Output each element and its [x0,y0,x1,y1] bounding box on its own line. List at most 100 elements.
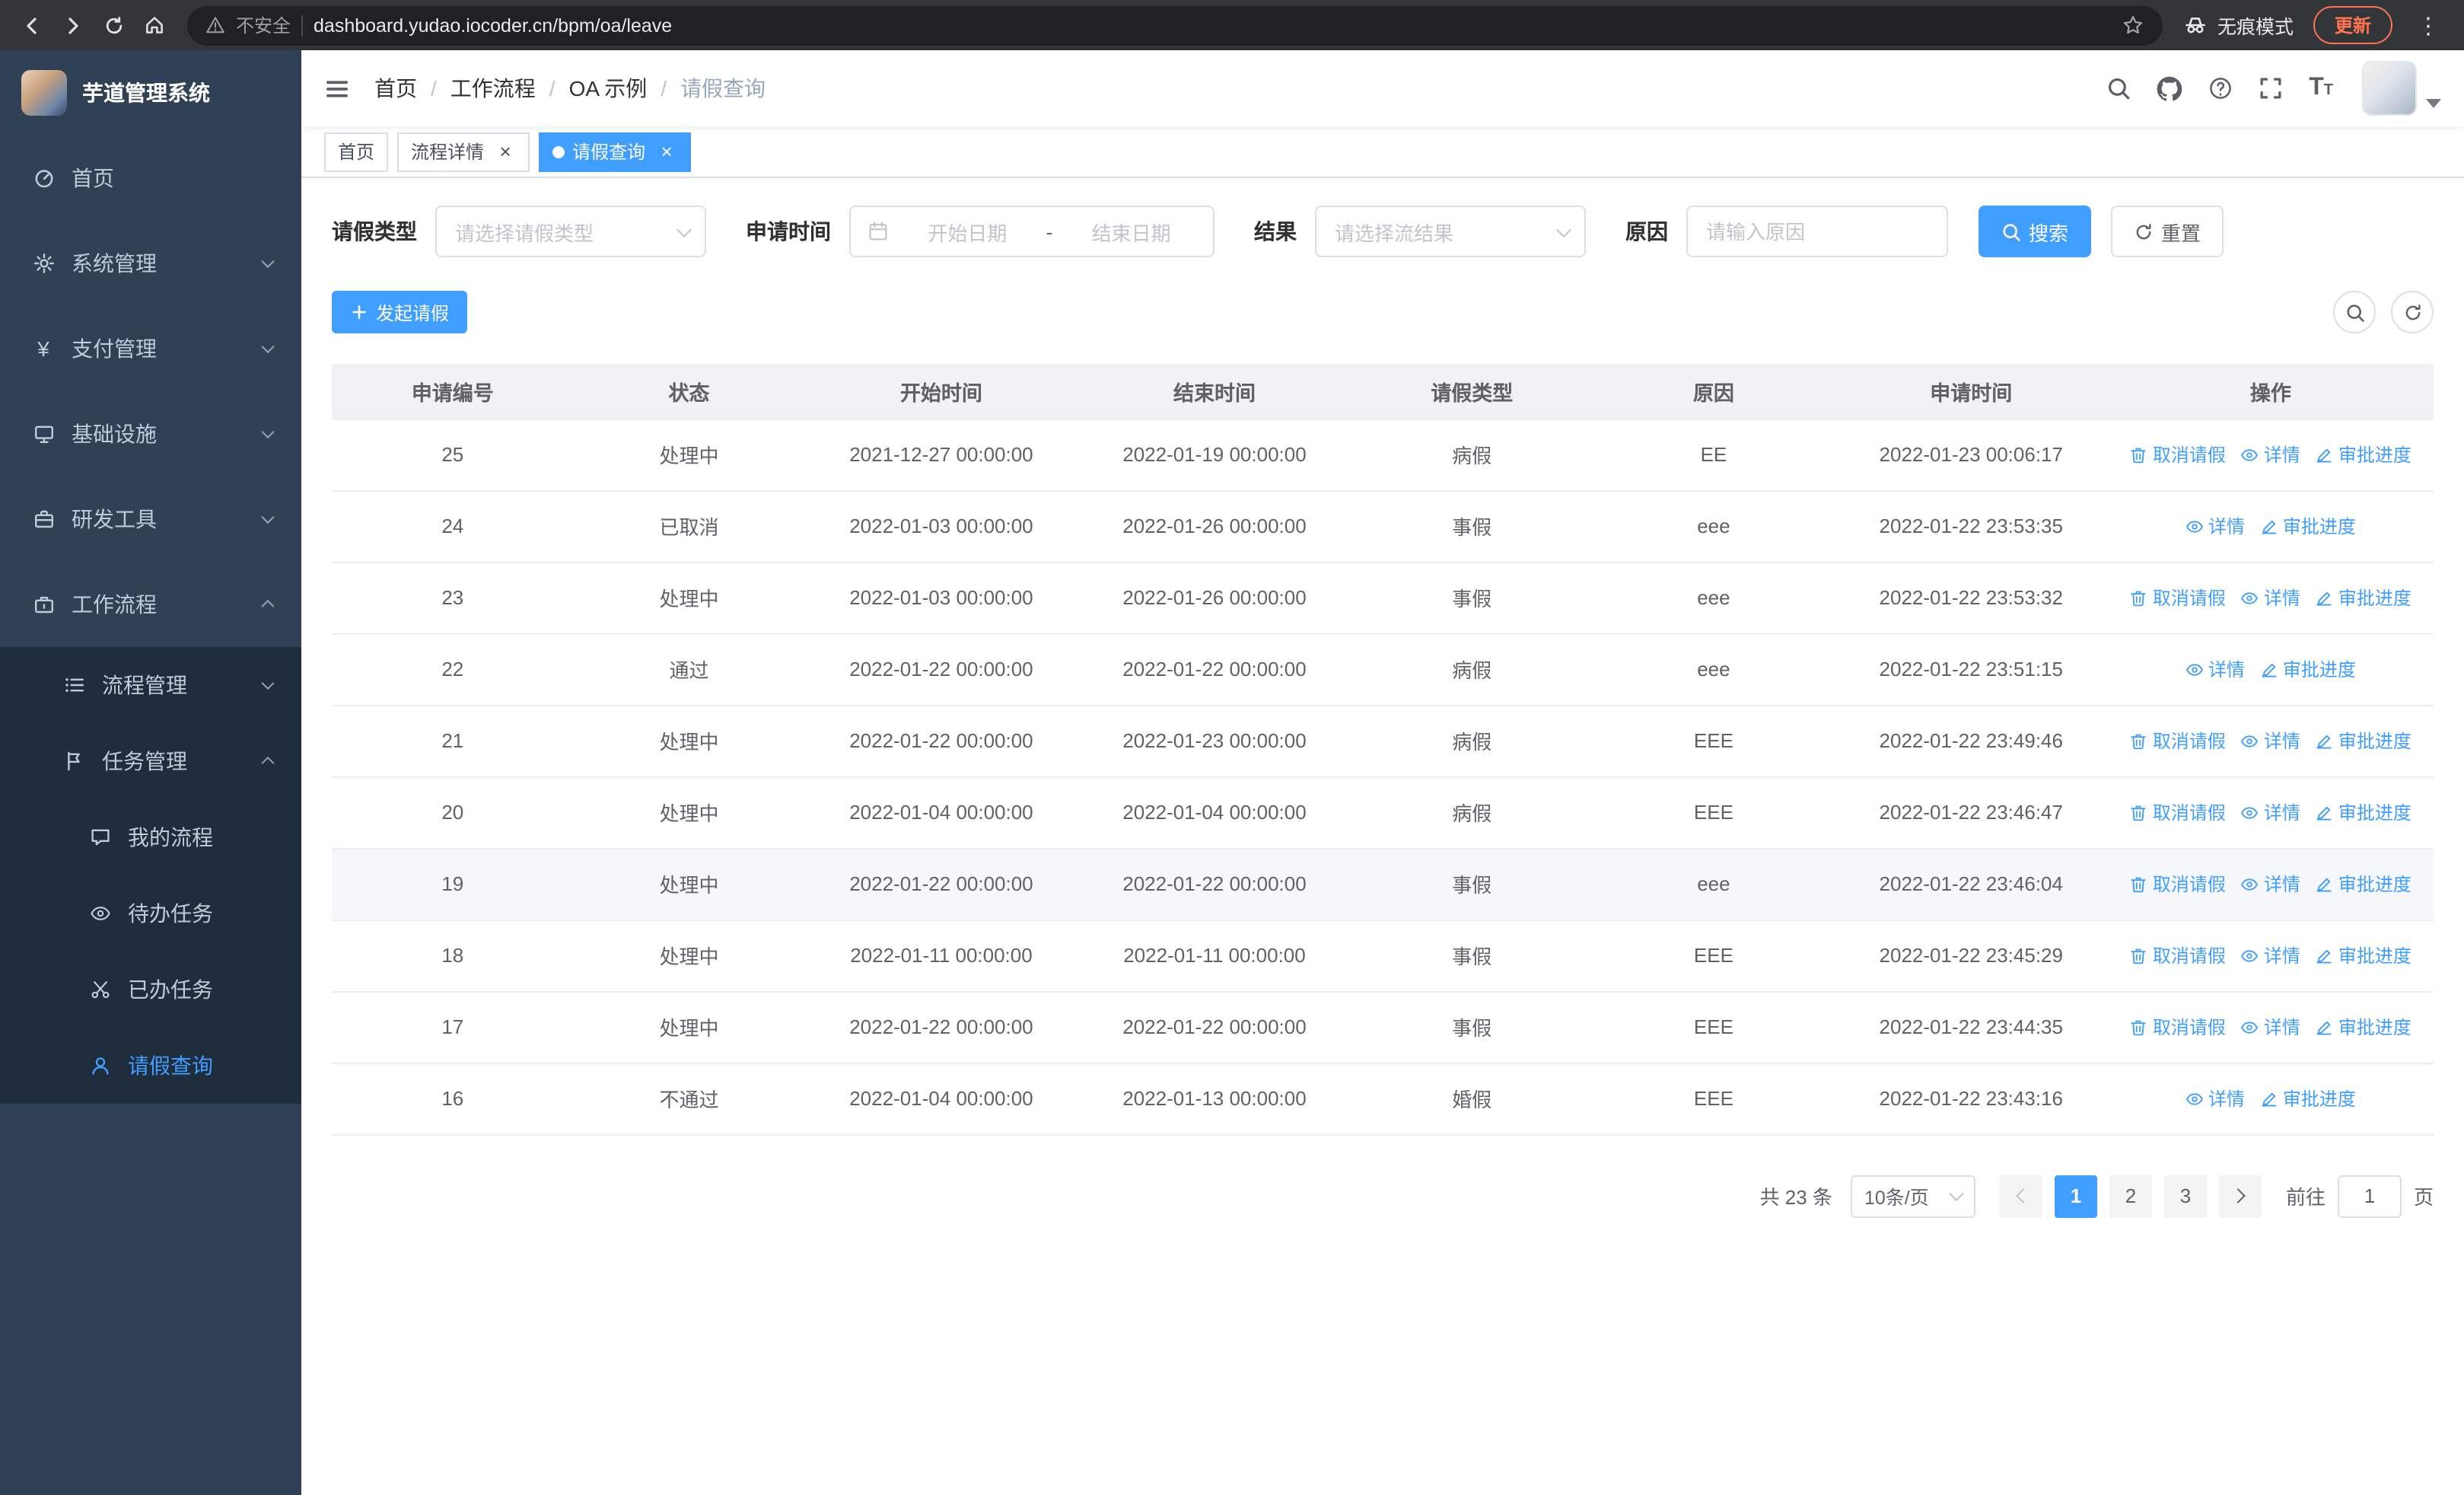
approval-progress-link[interactable]: 审批进度 [2316,799,2411,825]
cancel-leave-link[interactable]: 取消请假 [2130,728,2226,754]
github-icon[interactable] [2157,75,2182,101]
sidebar-item-workflow[interactable]: 工作流程 [0,562,301,647]
sidebar-item-payment-management[interactable]: ¥ 支付管理 [0,306,301,391]
sidebar-item-done-tasks[interactable]: 已办任务 [0,952,301,1028]
approval-progress-link[interactable]: 审批进度 [2260,1085,2356,1111]
detail-link[interactable]: 详情 [2241,871,2300,897]
eye-icon [2241,878,2259,890]
eye-icon [2241,591,2259,604]
cancel-leave-link[interactable]: 取消请假 [2130,871,2226,897]
app-logo[interactable]: 芋道管理系统 [0,50,301,135]
help-icon [2210,78,2232,99]
sidebar-item-dev-tools[interactable]: 研发工具 [0,477,301,562]
active-dot [552,145,565,158]
sidebar-item-task-management[interactable]: 任务管理 [0,723,301,799]
search-button[interactable]: 搜索 [1979,206,2092,257]
help-icon[interactable] [2208,76,2233,100]
workflow-icon [34,597,53,614]
reason-input[interactable] [1686,206,1948,257]
browser-reload-icon[interactable] [93,5,134,46]
total-count: 共 23 条 [1759,1186,1832,1209]
detail-link[interactable]: 详情 [2241,1014,2300,1040]
font-size-icon[interactable]: TT [2309,75,2333,100]
approval-progress-link[interactable]: 审批进度 [2316,441,2411,467]
detail-link[interactable]: 详情 [2241,728,2300,754]
tab-1[interactable]: 流程详情 × [397,132,530,171]
tab-2[interactable]: 请假查询 × [539,132,692,171]
page-size-select[interactable]: 10条/页 [1850,1175,1975,1217]
detail-link[interactable]: 详情 [2185,513,2245,539]
approval-progress-link[interactable]: 审批进度 [2316,728,2411,754]
sidebar-item-infrastructure[interactable]: 基础设施 [0,391,301,477]
breadcrumb-item[interactable]: 首页 [374,73,417,104]
close-icon[interactable]: × [495,141,516,162]
next-page-button[interactable] [2218,1175,2262,1217]
sidebar-item-todo-tasks[interactable]: 待办任务 [0,875,301,952]
edit-icon [2317,591,2332,605]
toggle-search-button[interactable] [2333,291,2376,333]
browser-forward-icon[interactable] [52,5,93,46]
cancel-leave-link[interactable]: 取消请假 [2130,799,2226,825]
approval-progress-link[interactable]: 审批进度 [2260,656,2356,682]
approval-progress-link[interactable]: 审批进度 [2316,942,2411,968]
avatar [2362,61,2417,116]
create-leave-button[interactable]: 发起请假 [332,291,468,333]
reset-button[interactable]: 重置 [2111,206,2224,257]
goto-label: 前往 [2285,1186,2326,1209]
cancel-leave-link[interactable]: 取消请假 [2130,1014,2226,1040]
leave-type-select[interactable]: 请选择请假类型 [435,206,706,257]
detail-link[interactable]: 详情 [2241,942,2300,968]
sidebar-toggle-icon[interactable] [324,75,350,101]
eye-icon [2241,735,2259,747]
prev-page-button[interactable] [1999,1175,2042,1217]
detail-link[interactable]: 详情 [2241,585,2300,610]
table-row: 23 处理中 2022-01-03 00:00:00 2022-01-26 00:00… [332,562,2434,634]
breadcrumb-item[interactable]: OA 示例 [569,73,648,104]
goto-page-input[interactable] [2337,1175,2402,1217]
detail-link[interactable]: 详情 [2241,441,2300,467]
trash-icon [2131,805,2147,821]
end-date-input[interactable]: 结束日期 [1066,217,1196,246]
result-select[interactable]: 请选择流结果 [1315,206,1586,257]
browser-update-button[interactable]: 更新 [2313,6,2392,44]
detail-link[interactable]: 详情 [2241,799,2300,825]
sidebar-item-my-process[interactable]: 我的流程 [0,799,301,875]
user-icon [91,1057,108,1075]
fullscreen-icon[interactable] [2259,76,2283,100]
eye-icon [2241,806,2259,818]
approval-progress-link[interactable]: 审批进度 [2316,871,2411,897]
header-search-icon[interactable] [2106,76,2131,100]
right-toolbar [2333,291,2434,333]
user-menu[interactable] [2362,61,2441,116]
bookmark-star-icon[interactable] [2122,14,2144,37]
cancel-leave-link[interactable]: 取消请假 [2130,441,2226,467]
sidebar-item-process-management[interactable]: 流程管理 [0,647,301,723]
browser-menu-icon[interactable]: ⋮ [2412,11,2444,39]
sidebar-item-home[interactable]: 首页 [0,135,301,221]
breadcrumb-item[interactable]: 工作流程 [450,73,536,104]
url-divider [301,14,304,36]
approval-progress-link[interactable]: 审批进度 [2316,585,2411,610]
sidebar-item-system-management[interactable]: 系统管理 [0,221,301,306]
detail-link[interactable]: 详情 [2185,1085,2245,1111]
date-range-picker[interactable]: 开始日期 - 结束日期 [849,206,1214,257]
browser-home-icon[interactable] [134,5,175,46]
page-button-2[interactable]: 2 [2109,1175,2152,1217]
filter-form: 请假类型 请选择请假类型 申请时间 开始日期 - 结束日期 结果 请选择流结果 … [332,206,2434,257]
approval-progress-link[interactable]: 审批进度 [2260,513,2356,539]
tab-0[interactable]: 首页 [324,132,389,171]
detail-link[interactable]: 详情 [2185,656,2245,682]
browser-url-bar[interactable]: 不安全 dashboard.yudao.iocoder.cn/bpm/oa/le… [187,5,2163,45]
incognito-icon [2185,18,2205,33]
approval-progress-link[interactable]: 审批进度 [2316,1014,2411,1040]
refresh-table-button[interactable] [2391,291,2434,333]
browser-back-icon[interactable] [11,5,52,46]
sidebar-item-leave-query[interactable]: 请假查询 [0,1028,301,1104]
page-button-3[interactable]: 3 [2163,1175,2207,1217]
page-button-1[interactable]: 1 [2054,1175,2097,1217]
cancel-leave-link[interactable]: 取消请假 [2130,942,2226,968]
start-date-input[interactable]: 开始日期 [903,217,1033,246]
tools-icon [34,510,53,528]
cancel-leave-link[interactable]: 取消请假 [2130,585,2226,610]
close-icon[interactable]: × [656,141,677,162]
